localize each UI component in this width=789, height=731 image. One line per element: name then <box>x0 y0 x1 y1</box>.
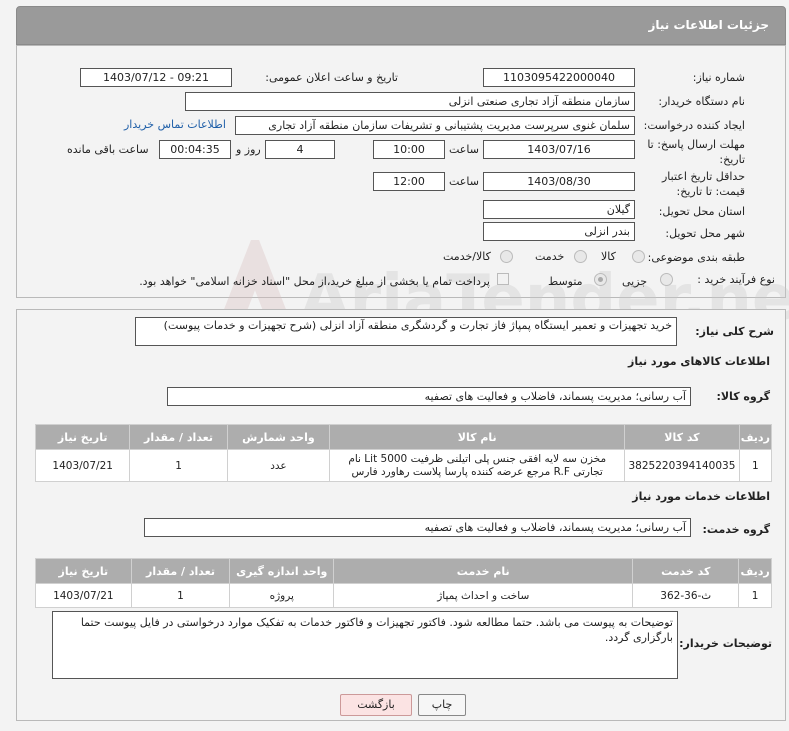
process-label: نوع فرآیند خرید : <box>697 273 775 286</box>
description-field: خرید تجهیزات و تعمیر ایستگاه پمپاژ فاز ت… <box>135 317 677 346</box>
goods-group-label: گروه کالا: <box>716 390 770 403</box>
days-label: روز و <box>236 143 261 156</box>
category-goods-label: کالا <box>601 250 616 263</box>
table-row: 1403/07/21 1 عدد مخزن سه لایه افقی جنس پ… <box>34 449 773 482</box>
services-cell-qty: 1 <box>130 583 231 608</box>
category-goods-radio[interactable] <box>632 250 645 263</box>
remaining-time-field: 00:04:35 <box>159 140 231 159</box>
deadline-label: مهلت ارسال پاسخ: تا تاریخ: <box>647 138 745 166</box>
days-field: 4 <box>265 140 335 159</box>
table-row: 1403/07/21 1 پروژه ساخت و احداث پمپاژ ث-… <box>35 583 772 608</box>
validity-time-field: 12:00 <box>373 172 445 191</box>
deadline-time-label: ساعت <box>449 143 479 156</box>
goods-col-row: ردیف <box>738 424 773 450</box>
category-service-radio[interactable] <box>574 250 587 263</box>
process-minor-radio[interactable] <box>660 273 673 286</box>
deadline-date-field: 1403/07/16 <box>483 140 635 159</box>
goods-col-date: تاریخ نیاز <box>34 424 131 450</box>
goods-col-name: نام کالا <box>329 424 626 450</box>
process-minor-label: جزیی <box>622 275 648 288</box>
back-button[interactable]: بازگشت <box>340 694 412 716</box>
city-field: بندر انزلی <box>483 222 635 241</box>
page-header: جزئیات اطلاعات نیاز <box>16 6 786 45</box>
goods-cell-code: 3825220394140035 <box>624 449 740 482</box>
services-col-row: ردیف <box>738 558 772 584</box>
description-label: شرح کلی نیاز: <box>695 325 774 338</box>
services-cell-row: 1 <box>738 583 772 608</box>
remaining-label: ساعت باقی مانده <box>67 143 149 156</box>
print-button[interactable]: چاپ <box>418 694 466 716</box>
buyer-notes-label: توضیحات خریدار: <box>679 637 772 650</box>
process-medium-label: متوسط <box>548 275 583 288</box>
payment-note: پرداخت تمام یا بخشی از مبلغ خرید،از محل … <box>139 275 490 288</box>
goods-section-title: اطلاعات کالاهای مورد نیاز <box>628 355 770 368</box>
deadline-time-field: 10:00 <box>373 140 445 159</box>
goods-table-header: تاریخ نیاز تعداد / مقدار واحد شمارش نام … <box>34 424 773 450</box>
services-cell-date: 1403/07/21 <box>35 583 132 608</box>
services-table: تاریخ نیاز تعداد / مقدار واحد اندازه گیر… <box>35 558 772 608</box>
goods-cell-row: 1 <box>738 449 773 482</box>
services-section-title: اطلاعات خدمات مورد نیاز <box>632 490 770 503</box>
announce-field: 1403/07/12 - 09:21 <box>80 68 232 87</box>
buyer-notes-field: توضیحات به پیوست می باشد. حتما مطالعه شو… <box>52 611 678 679</box>
services-group-label: گروه خدمت: <box>702 523 770 536</box>
goods-cell-qty: 1 <box>129 449 228 482</box>
need-number-label: شماره نیاز: <box>692 71 745 84</box>
goods-group-field: آب رسانی؛ مدیریت پسماند، فاضلاب و فعالیت… <box>167 387 691 406</box>
validity-time-label: ساعت <box>449 175 479 188</box>
announce-label: تاریخ و ساعت اعلان عمومی: <box>265 71 398 84</box>
services-cell-code: ث-36-362 <box>632 583 740 608</box>
validity-date-field: 1403/08/30 <box>483 172 635 191</box>
services-col-unit: واحد اندازه گیری <box>229 558 335 584</box>
creator-label: ایجاد کننده درخواست: <box>643 119 745 132</box>
validity-label: حداقل تاریخ اعتبار قیمت: تا تاریخ: <box>661 170 745 198</box>
category-service-label: خدمت <box>535 250 565 263</box>
province-label: استان محل تحویل: <box>658 205 745 218</box>
process-medium-radio[interactable] <box>594 273 607 286</box>
need-number-field: 1103095422000040 <box>483 68 635 87</box>
goods-cell-name: مخزن سه لایه افقی جنس پلی اتیلنی ظرفیت L… <box>329 449 626 482</box>
goods-cell-unit: عدد <box>226 449 331 482</box>
city-label: شهر محل تحویل: <box>665 227 745 240</box>
buyer-field: سازمان منطقه آزاد تجاری صنعتی انزلی <box>185 92 635 111</box>
category-both-label: کالا/خدمت <box>443 250 491 263</box>
services-cell-unit: پروژه <box>229 583 335 608</box>
goods-col-code: کد کالا <box>624 424 740 450</box>
goods-table: تاریخ نیاز تعداد / مقدار واحد شمارش نام … <box>34 424 773 482</box>
treasury-payment-checkbox[interactable] <box>497 273 509 285</box>
contact-buyer-link[interactable]: اطلاعات تماس خریدار <box>124 118 226 131</box>
services-table-header: تاریخ نیاز تعداد / مقدار واحد اندازه گیر… <box>35 558 772 584</box>
goods-cell-date: 1403/07/21 <box>34 449 131 482</box>
services-col-code: کد خدمت <box>632 558 740 584</box>
province-field: گیلان <box>483 200 635 219</box>
category-both-radio[interactable] <box>500 250 513 263</box>
goods-col-qty: تعداد / مقدار <box>129 424 228 450</box>
buyer-label: نام دستگاه خریدار: <box>658 95 745 108</box>
goods-col-unit: واحد شمارش <box>226 424 331 450</box>
category-label: طبقه بندی موضوعی: <box>647 251 745 264</box>
services-col-qty: تعداد / مقدار <box>130 558 231 584</box>
services-group-field: آب رسانی؛ مدیریت پسماند، فاضلاب و فعالیت… <box>144 518 691 537</box>
services-col-name: نام خدمت <box>333 558 634 584</box>
services-col-date: تاریخ نیاز <box>35 558 132 584</box>
services-cell-name: ساخت و احداث پمپاژ <box>333 583 634 608</box>
page-title: جزئیات اطلاعات نیاز <box>648 18 769 32</box>
creator-field: سلمان غنوی سرپرست مدیریت پشتیبانی و تشری… <box>235 116 635 135</box>
